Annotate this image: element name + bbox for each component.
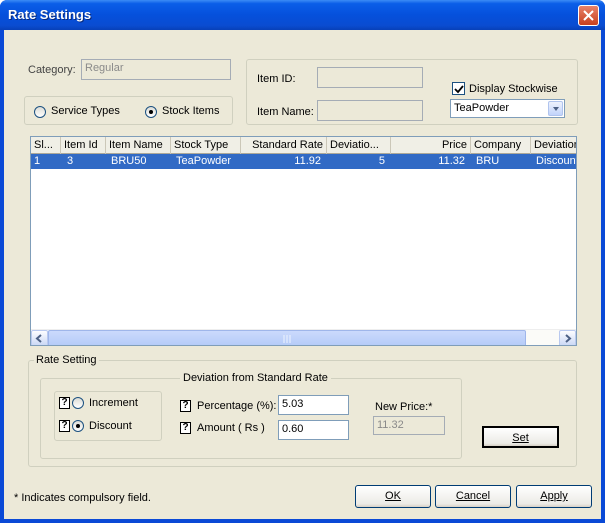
category-field: Regular [81,59,231,80]
item-name-field[interactable] [317,100,423,121]
increment-radio[interactable] [72,397,84,409]
grid-header: Sl... Item Id Item Name Stock Type Stand… [31,137,576,154]
chevron-down-icon[interactable] [548,101,563,116]
display-stockwise-label: Display Stockwise [469,83,558,95]
item-id-label: Item ID: [257,73,296,85]
horizontal-scrollbar[interactable] [31,329,576,345]
cell-deviation-type: Discount [536,155,577,167]
chevron-right-icon [565,334,572,343]
apply-button-label: Apply [540,490,568,502]
discount-radio[interactable] [72,420,84,432]
stock-items-label: Stock Items [162,105,220,117]
stock-items-radio[interactable] [145,106,157,118]
cell-item-id: 3 [67,155,74,167]
title-bar[interactable]: Rate Settings [0,0,605,30]
col-standard-rate[interactable]: Standard Rate [241,137,327,154]
col-item-id[interactable]: Item Id [61,137,106,154]
cell-company: BRU [476,155,500,167]
apply-button[interactable]: Apply [516,485,592,508]
display-stockwise-checkbox[interactable] [452,82,465,95]
stock-type-selected: TeaPowder [454,102,510,114]
col-item-name[interactable]: Item Name [106,137,171,154]
cell-sl: 1 [34,155,41,167]
service-types-label: Service Types [51,105,120,117]
cancel-button-label: Cancel [455,490,491,502]
cancel-button[interactable]: Cancel [435,485,511,508]
new-price-field: 11.32 [373,416,445,435]
compulsory-note: * Indicates compulsory field. [14,492,151,504]
items-grid[interactable]: Sl... Item Id Item Name Stock Type Stand… [30,136,577,346]
col-stock-type[interactable]: Stock Type [171,137,241,154]
scroll-thumb[interactable] [48,330,526,345]
table-row[interactable]: 1 3 BRU50 TeaPowder 11.92 5 11.32 BRU Di… [31,154,577,169]
item-name-label: Item Name: [257,106,314,118]
set-button-label: Set [512,432,529,444]
percentage-label: Percentage (%): [197,400,277,412]
cell-standard-rate: 11.92 [294,155,321,167]
cell-item-name: BRU50 [111,155,147,167]
chevron-left-icon [35,334,42,343]
col-deviation[interactable]: Deviatio... [327,137,391,154]
col-price[interactable]: Price [391,137,471,154]
cell-price: 11.32 [438,155,465,167]
checkmark-icon [454,85,464,94]
scroll-left-button[interactable] [31,330,48,345]
increment-label: Increment [89,397,138,409]
percentage-input[interactable]: 5.03 [278,395,349,415]
amount-label: Amount ( Rs ) [197,422,265,434]
stock-type-dropdown[interactable]: TeaPowder [450,99,565,118]
ok-button-label: OK [385,490,401,502]
close-icon [583,10,594,21]
item-id-field[interactable] [317,67,423,88]
set-button[interactable]: Set [482,426,559,448]
help-icon[interactable]: ? [180,400,191,412]
close-button[interactable] [578,5,599,26]
amount-input[interactable]: 0.60 [278,420,349,440]
discount-label: Discount [89,420,132,432]
cell-deviation: 5 [378,155,385,167]
col-deviation-type[interactable]: Deviation [531,137,576,154]
rate-settings-window: Rate Settings Category: Regular Service … [0,0,605,523]
col-sl[interactable]: Sl... [31,137,61,154]
service-types-radio[interactable] [34,106,46,118]
col-company[interactable]: Company [471,137,531,154]
deviation-title: Deviation from Standard Rate [180,372,331,384]
help-icon[interactable]: ? [59,420,70,432]
scroll-right-button[interactable] [559,330,576,345]
window-title: Rate Settings [8,7,92,22]
grip-icon [283,335,291,343]
help-icon[interactable]: ? [59,397,70,409]
help-icon[interactable]: ? [180,422,191,434]
rate-setting-title: Rate Setting [34,354,99,366]
new-price-label: New Price:* [375,401,433,413]
category-label: Category: [28,64,76,76]
cell-stock-type: TeaPowder [176,155,232,167]
dialog-body: Category: Regular Service Types Stock It… [4,30,601,519]
ok-button[interactable]: OK [355,485,431,508]
